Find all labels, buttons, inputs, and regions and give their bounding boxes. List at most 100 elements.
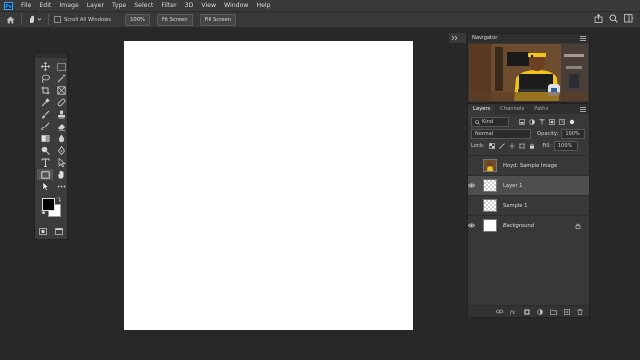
layer-filter-row: Kind [468, 116, 589, 128]
frame-tool-icon[interactable] [53, 85, 69, 96]
zoom-100-button[interactable]: 100% [125, 13, 150, 26]
marquee-tool-icon[interactable] [53, 61, 69, 72]
crop-tool-icon[interactable] [37, 85, 53, 96]
history-brush-tool-icon[interactable] [37, 121, 53, 132]
lock-row: Lock: Fill: 100% [468, 140, 589, 152]
layer-row-sample-1[interactable]: Sample 1 [468, 195, 589, 215]
menu-window[interactable]: Window [224, 2, 248, 9]
layer-effects-icon[interactable]: fx [510, 309, 517, 315]
search-icon[interactable] [609, 14, 618, 23]
move-tool-icon[interactable] [37, 61, 53, 72]
add-mask-icon[interactable] [524, 308, 530, 315]
filter-toggle-icon[interactable] [569, 119, 575, 125]
opacity-label: Opacity: [537, 131, 559, 137]
new-layer-icon[interactable] [564, 308, 570, 315]
menu-layer[interactable]: Layer [87, 2, 104, 9]
delete-layer-icon[interactable] [577, 308, 583, 315]
healing-brush-tool-icon[interactable] [53, 97, 69, 108]
eraser-tool-icon[interactable] [53, 121, 69, 132]
filter-adjustment-icon[interactable] [529, 119, 535, 125]
lock-image-pixels-icon[interactable] [499, 143, 505, 149]
filter-smart-object-icon[interactable] [559, 119, 565, 125]
hand-tool-icon[interactable] [53, 169, 69, 180]
eye-icon[interactable] [468, 183, 480, 188]
layers-panel-footer: fx [468, 305, 589, 317]
menu-view[interactable]: View [201, 2, 216, 9]
filter-shape-icon[interactable] [549, 119, 555, 125]
layers-panel-tabs: Layers Channels Paths [468, 104, 589, 114]
scroll-all-windows-label: Scroll All Windows [64, 16, 112, 23]
opacity-input[interactable]: 100% [561, 129, 586, 139]
lasso-tool-icon[interactable] [37, 73, 53, 84]
layer-thumbnail [483, 159, 497, 172]
layer-thumbnail [483, 199, 497, 212]
type-tool-icon[interactable] [37, 157, 53, 168]
layer-row-layer-1[interactable]: Layer 1 [468, 175, 589, 195]
brush-tool-icon[interactable] [37, 109, 53, 120]
lock-label: Lock: [471, 143, 485, 149]
tab-paths[interactable]: Paths [529, 105, 553, 114]
filter-pixel-icon[interactable] [519, 119, 525, 125]
lock-transparent-pixels-icon[interactable] [488, 143, 495, 149]
fill-input[interactable]: 100% [554, 141, 578, 151]
fill-screen-button[interactable]: Fill Screen [199, 13, 236, 26]
menu-type[interactable]: Type [112, 2, 126, 9]
swap-colors-icon[interactable] [56, 197, 61, 202]
layer-filter-kind-select[interactable]: Kind [471, 117, 509, 127]
eyedropper-tool-icon[interactable] [37, 97, 53, 108]
eye-icon[interactable] [468, 223, 480, 228]
path-selection-tool-icon[interactable] [53, 157, 69, 168]
menu-image[interactable]: Image [59, 2, 78, 9]
menu-help[interactable]: Help [256, 2, 270, 9]
navigator-menu-icon[interactable] [580, 36, 586, 41]
menu-select[interactable]: Select [134, 2, 153, 9]
navigator-title: Navigator [468, 34, 589, 43]
hand-tool-preset-icon[interactable] [27, 14, 43, 26]
quick-mask-icon[interactable] [39, 228, 47, 235]
fit-screen-button[interactable]: Fit Screen [156, 13, 193, 26]
home-icon[interactable] [4, 14, 16, 26]
blend-mode-select[interactable]: Normal [471, 129, 531, 139]
foreground-color-swatch[interactable] [42, 198, 55, 211]
layer-row-background[interactable]: Background [468, 215, 589, 235]
gradient-tool-icon[interactable] [37, 133, 53, 144]
menu-file[interactable]: File [21, 2, 31, 9]
lock-icon [575, 223, 581, 229]
link-layers-icon[interactable] [496, 309, 503, 314]
lock-position-icon[interactable] [508, 143, 515, 149]
panel-dock-collapse[interactable] [449, 33, 466, 43]
document-canvas[interactable] [124, 41, 413, 330]
menu-filter[interactable]: Filter [161, 2, 176, 9]
tab-channels[interactable]: Channels [495, 105, 529, 114]
navigator-panel: Navigator [467, 33, 590, 103]
workspace-icon[interactable] [624, 14, 634, 23]
more-tools-icon[interactable] [53, 181, 69, 192]
adjustment-layer-icon[interactable] [537, 308, 543, 315]
magic-wand-tool-icon[interactable] [53, 73, 69, 84]
screen-mode-icon[interactable] [55, 228, 63, 235]
lock-all-icon[interactable] [529, 143, 535, 149]
layers-menu-icon[interactable] [580, 107, 586, 112]
tab-layers[interactable]: Layers [468, 105, 496, 114]
lock-artboard-icon[interactable] [518, 143, 525, 149]
rectangle-tool-icon[interactable] [37, 169, 53, 180]
menu-edit[interactable]: Edit [39, 2, 51, 9]
blur-tool-icon[interactable] [53, 133, 69, 144]
options-bar: Scroll All Windows 100% Fit Screen Fill … [0, 11, 640, 28]
layer-row-hoyd-sample-image[interactable]: Hoyd: Sample Image [468, 155, 589, 175]
clone-stamp-tool-icon[interactable] [53, 109, 69, 120]
menu-3d[interactable]: 3D [185, 2, 194, 9]
divider [21, 14, 22, 25]
new-group-icon[interactable] [550, 309, 557, 315]
layer-name: Layer 1 [503, 182, 523, 189]
color-swatches [35, 196, 67, 217]
scroll-all-windows-checkbox[interactable] [54, 16, 61, 23]
selection-arrow-icon[interactable] [37, 181, 53, 192]
navigator-preview-image[interactable] [469, 44, 588, 101]
dodge-tool-icon[interactable] [37, 145, 53, 156]
share-icon[interactable] [594, 14, 603, 23]
layer-name: Hoyd: Sample Image [503, 162, 558, 169]
filter-type-icon[interactable] [539, 119, 545, 125]
fill-label: Fill: [542, 143, 551, 149]
pen-tool-icon[interactable] [53, 145, 69, 156]
